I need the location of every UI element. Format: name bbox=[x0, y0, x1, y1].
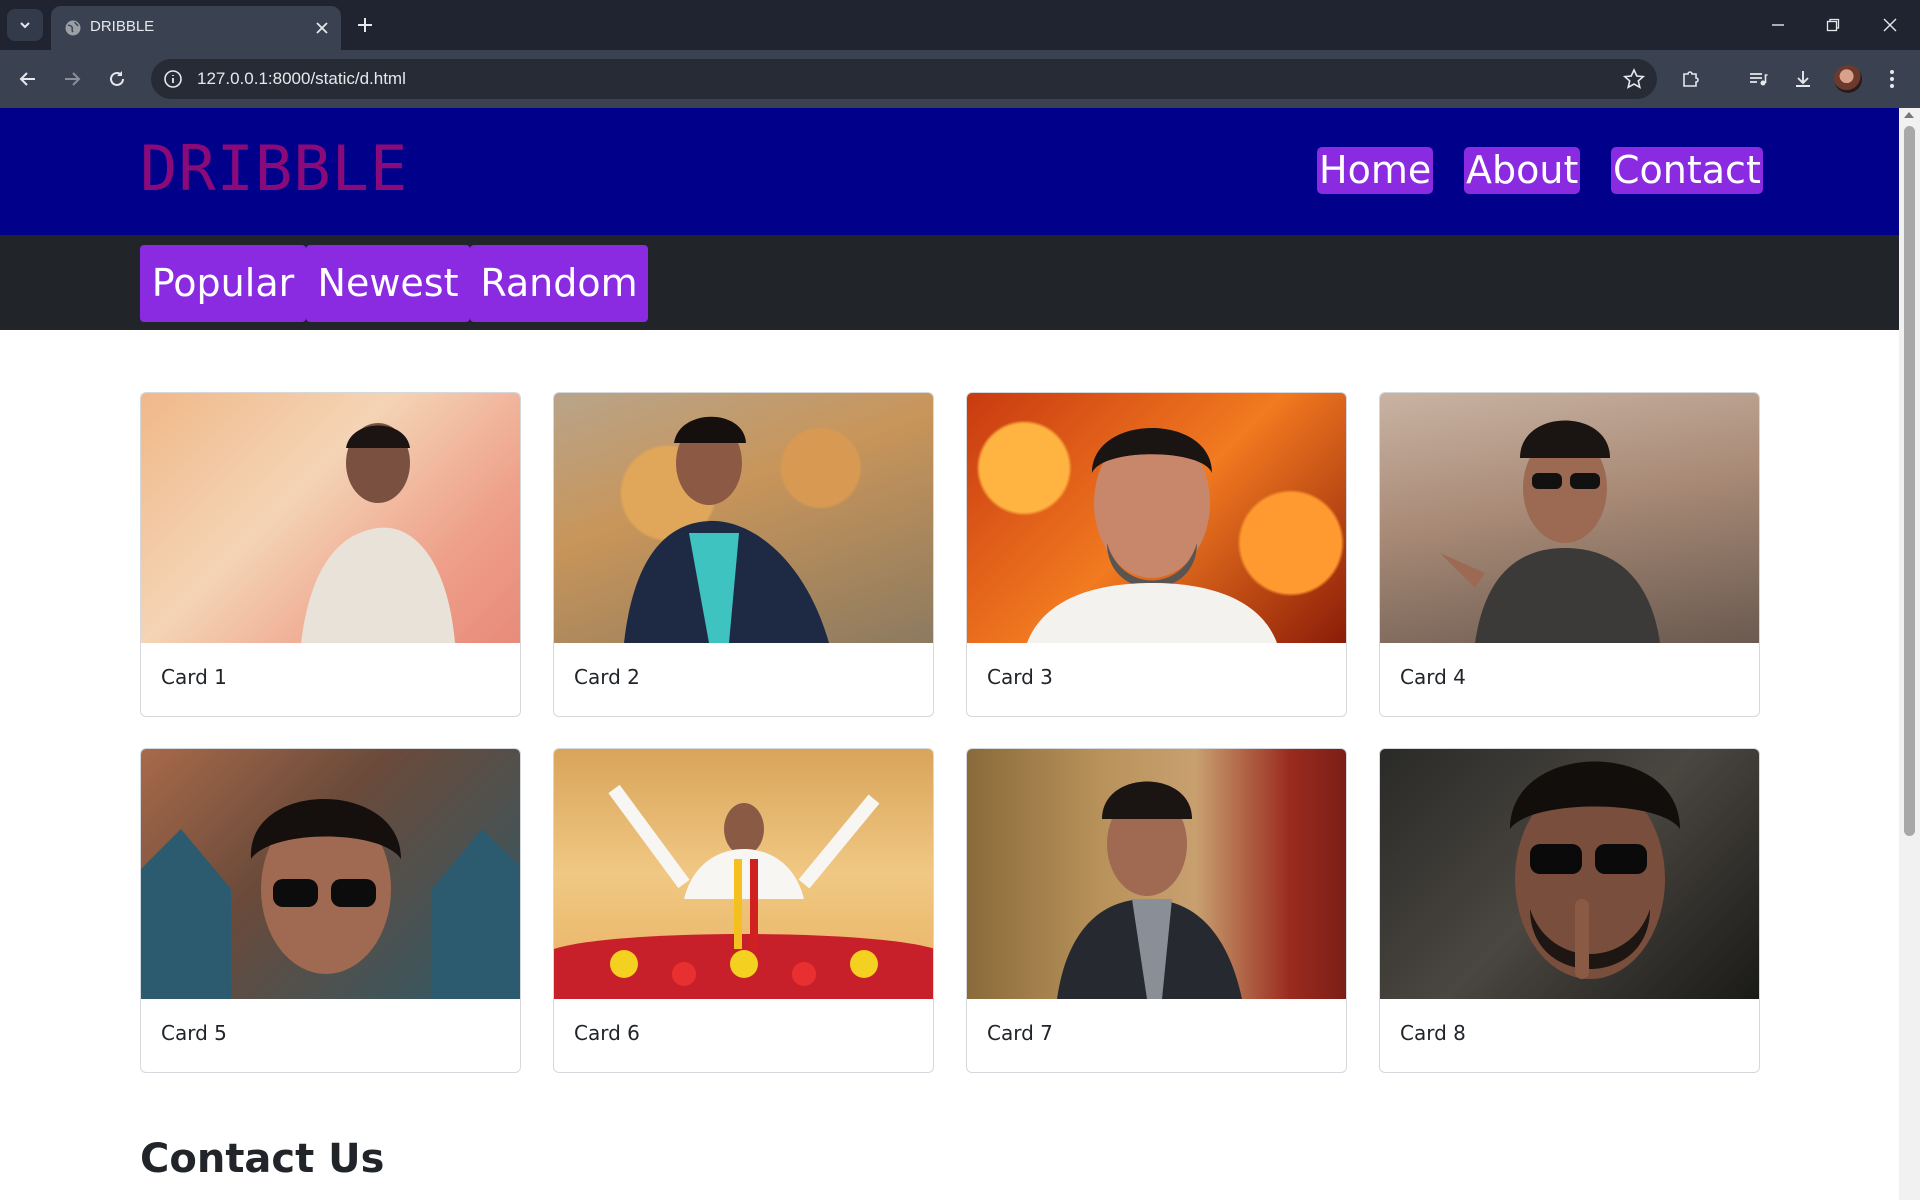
arrow-left-icon bbox=[19, 72, 35, 86]
card[interactable]: Card 2 bbox=[553, 392, 934, 717]
card[interactable]: Card 3 bbox=[966, 392, 1347, 717]
card-title: Card 7 bbox=[987, 1021, 1053, 1045]
card[interactable]: Card 5 bbox=[140, 748, 521, 1073]
card-image bbox=[141, 749, 520, 999]
card-title: Card 2 bbox=[574, 665, 640, 689]
card-image bbox=[554, 749, 933, 999]
card-image bbox=[141, 393, 520, 643]
tab-close-button[interactable] bbox=[312, 18, 332, 38]
scroll-up-arrow[interactable] bbox=[1904, 112, 1914, 118]
card[interactable]: Card 1 bbox=[140, 392, 521, 717]
minimize-icon bbox=[1772, 24, 1784, 26]
filter-newest-button[interactable]: Newest bbox=[306, 245, 470, 322]
scroll-thumb[interactable] bbox=[1904, 126, 1915, 836]
card-image bbox=[967, 749, 1346, 999]
playlist-icon bbox=[1750, 73, 1768, 86]
reload-icon bbox=[110, 71, 124, 86]
page-scrollbar[interactable] bbox=[1899, 108, 1920, 1200]
card-title: Card 1 bbox=[161, 665, 227, 689]
menu-button[interactable] bbox=[1877, 64, 1907, 94]
card[interactable]: Card 4 bbox=[1379, 392, 1760, 717]
browser-tab[interactable]: DRIBBLE bbox=[51, 6, 341, 50]
downloads-button[interactable] bbox=[1788, 64, 1818, 94]
card-title: Card 4 bbox=[1400, 665, 1466, 689]
page-viewport: DRIBBLE Home About Contact Popular Newes… bbox=[0, 108, 1899, 1200]
card[interactable]: Card 8 bbox=[1379, 748, 1760, 1073]
nav-home[interactable]: Home bbox=[1317, 147, 1434, 194]
close-icon bbox=[316, 22, 328, 34]
globe-icon bbox=[65, 20, 81, 36]
site-header: DRIBBLE Home About Contact bbox=[0, 108, 1899, 235]
close-icon bbox=[1883, 18, 1897, 32]
filter-popular-button[interactable]: Popular bbox=[140, 245, 306, 322]
card-image bbox=[1380, 393, 1759, 643]
arrow-right-icon bbox=[65, 72, 81, 86]
new-tab-button[interactable] bbox=[352, 12, 378, 38]
browser-tab-strip: DRIBBLE bbox=[0, 0, 1920, 50]
restore-icon bbox=[1826, 18, 1840, 32]
card-image bbox=[554, 393, 933, 643]
card[interactable]: Card 6 bbox=[553, 748, 934, 1073]
info-icon[interactable] bbox=[163, 69, 183, 89]
tab-search-button[interactable] bbox=[7, 9, 43, 41]
card-title: Card 3 bbox=[987, 665, 1053, 689]
contact-heading: Contact Us bbox=[140, 1136, 385, 1182]
address-bar[interactable]: 127.0.0.1:8000/static/d.html bbox=[151, 59, 1657, 99]
puzzle-icon bbox=[1683, 71, 1699, 87]
star-icon[interactable] bbox=[1623, 68, 1645, 90]
back-button[interactable] bbox=[12, 63, 44, 95]
plus-icon bbox=[358, 18, 372, 32]
minimize-button[interactable] bbox=[1758, 10, 1798, 40]
nav-about[interactable]: About bbox=[1464, 147, 1581, 194]
extensions-button[interactable] bbox=[1676, 64, 1706, 94]
url-text[interactable]: 127.0.0.1:8000/static/d.html bbox=[197, 69, 406, 89]
close-window-button[interactable] bbox=[1870, 10, 1910, 40]
browser-toolbar: 127.0.0.1:8000/static/d.html bbox=[0, 50, 1920, 108]
card-title: Card 5 bbox=[161, 1021, 227, 1045]
card-image bbox=[967, 393, 1346, 643]
restore-button[interactable] bbox=[1813, 10, 1853, 40]
tab-title: DRIBBLE bbox=[90, 18, 155, 35]
chevron-down-icon bbox=[20, 22, 30, 29]
filter-random-button[interactable]: Random bbox=[470, 245, 648, 322]
download-icon bbox=[1796, 71, 1810, 87]
card-title: Card 6 bbox=[574, 1021, 640, 1045]
site-logo[interactable]: DRIBBLE bbox=[140, 132, 408, 205]
nav-contact[interactable]: Contact bbox=[1611, 147, 1763, 194]
reload-button[interactable] bbox=[101, 63, 133, 95]
media-control-button[interactable] bbox=[1743, 64, 1773, 94]
filter-bar: Popular Newest Random bbox=[0, 235, 1899, 330]
more-vertical-icon bbox=[1890, 70, 1894, 88]
forward-button[interactable] bbox=[56, 63, 88, 95]
card-title: Card 8 bbox=[1400, 1021, 1466, 1045]
card[interactable]: Card 7 bbox=[966, 748, 1347, 1073]
card-image bbox=[1380, 749, 1759, 999]
profile-avatar[interactable] bbox=[1834, 65, 1862, 93]
